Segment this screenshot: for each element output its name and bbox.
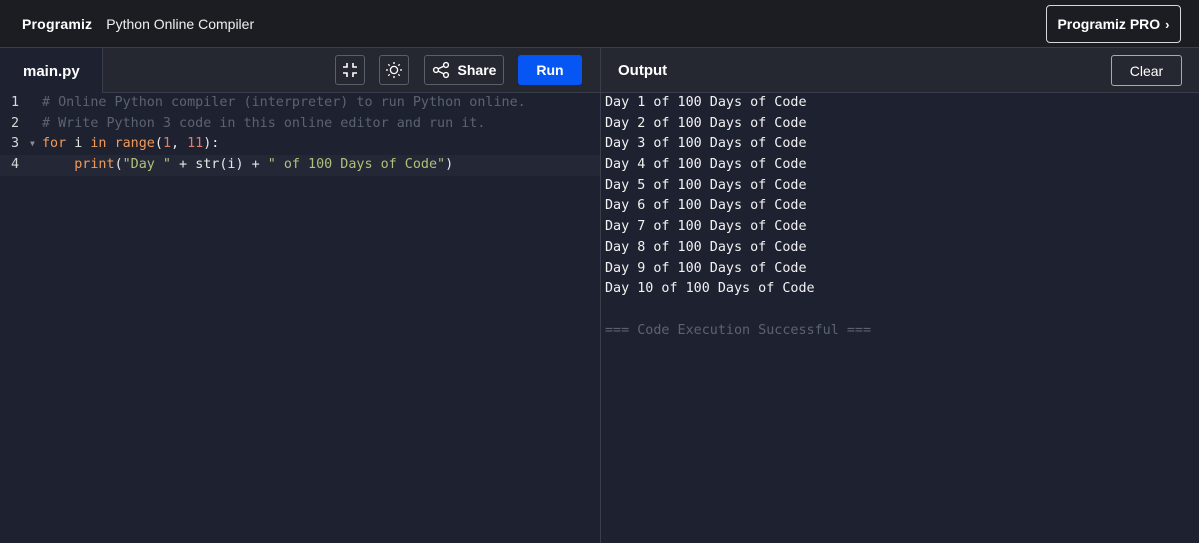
code-text: # Write Python 3 code in this online edi…: [42, 114, 485, 135]
share-button[interactable]: Share: [424, 55, 504, 85]
tab-main-py[interactable]: main.py: [0, 48, 103, 94]
line-number: 4: [10, 157, 20, 173]
code-editor[interactable]: 1 # Online Python compiler (interpreter) …: [0, 93, 600, 543]
file-tab-label: main.py: [23, 62, 80, 80]
code-token: (: [114, 157, 123, 173]
collapse-icon: [343, 63, 357, 77]
code-token: 11: [187, 136, 204, 152]
output-line: Day 5 of 100 Days of Code: [605, 177, 807, 193]
output-panel: Day 1 of 100 Days of Code Day 2 of 100 Da…: [601, 93, 1199, 543]
code-text: print("Day " + str(i) + " of 100 Days of…: [42, 155, 453, 176]
chevron-right-icon: ›: [1165, 16, 1170, 32]
output-line: Day 7 of 100 Days of Code: [605, 219, 807, 235]
output-line: Day 1 of 100 Days of Code: [605, 95, 807, 110]
code-token: print: [74, 157, 115, 173]
code-token: (: [154, 136, 163, 152]
code-token: ,: [171, 136, 188, 152]
output-line: Day 2 of 100 Days of Code: [605, 115, 807, 131]
app-title: Python Online Compiler: [106, 15, 255, 32]
programiz-logo[interactable]: Programiz: [22, 16, 92, 32]
code-token: in: [90, 136, 107, 152]
code-line[interactable]: 4 print("Day " + str(i) + " of 100 Days …: [0, 155, 600, 176]
share-icon: [432, 61, 449, 79]
theme-toggle-button[interactable]: [379, 55, 409, 85]
code-token: str(i): [195, 157, 244, 173]
output-line: Day 9 of 100 Days of Code: [605, 260, 807, 276]
code-token: ): [445, 157, 454, 173]
pro-button-label: Programiz PRO: [1057, 16, 1161, 32]
output-line: Day 4 of 100 Days of Code: [605, 157, 807, 173]
code-text: # Online Python compiler (interpreter) t…: [42, 93, 526, 114]
output-line: Day 3 of 100 Days of Code: [605, 136, 807, 152]
code-token: # Write Python 3 code in this online edi…: [42, 115, 486, 131]
clear-button[interactable]: Clear: [1111, 55, 1182, 86]
code-line[interactable]: 1 # Online Python compiler (interpreter) …: [0, 93, 600, 114]
code-line[interactable]: 2 # Write Python 3 code in this online ed…: [0, 114, 600, 135]
top-bar: Programiz Python Online Compiler Program…: [0, 0, 1199, 48]
code-token: # Online Python compiler (interpreter) t…: [42, 95, 526, 110]
code-token: 1: [162, 136, 171, 152]
collapse-button[interactable]: [335, 55, 365, 85]
code-token: "Day ": [122, 157, 171, 173]
code-token: for: [42, 136, 67, 152]
code-token: range: [114, 136, 155, 152]
line-number: 1: [10, 95, 20, 110]
code-token: i: [66, 136, 91, 152]
fold-arrow-icon[interactable]: ▼: [30, 134, 35, 155]
output-heading: Output: [618, 62, 668, 79]
theme-toggle-icon: [386, 62, 402, 78]
line-number: 3: [10, 136, 20, 152]
code-token: ):: [203, 136, 220, 152]
run-button-label: Run: [536, 62, 564, 78]
output-line: Day 8 of 100 Days of Code: [605, 239, 807, 255]
code-token: +: [243, 157, 268, 173]
programiz-pro-button[interactable]: Programiz PRO ›: [1046, 5, 1181, 43]
output-line: Day 6 of 100 Days of Code: [605, 198, 807, 214]
execution-status: === Code Execution Successful ===: [605, 322, 872, 338]
run-button[interactable]: Run: [518, 55, 582, 85]
line-number: 2: [10, 115, 20, 131]
share-button-label: Share: [457, 62, 497, 78]
code-token: +: [171, 157, 196, 173]
code-text: for i in range(1, 11):: [42, 134, 219, 155]
output-spacer: [605, 300, 1199, 321]
clear-button-label: Clear: [1129, 62, 1164, 79]
output-line: Day 10 of 100 Days of Code: [605, 281, 815, 297]
code-token: " of 100 Days of Code": [267, 157, 446, 173]
code-line[interactable]: 3 ▼ for i in range(1, 11):: [0, 134, 600, 155]
logo-text: Programiz: [22, 15, 93, 32]
